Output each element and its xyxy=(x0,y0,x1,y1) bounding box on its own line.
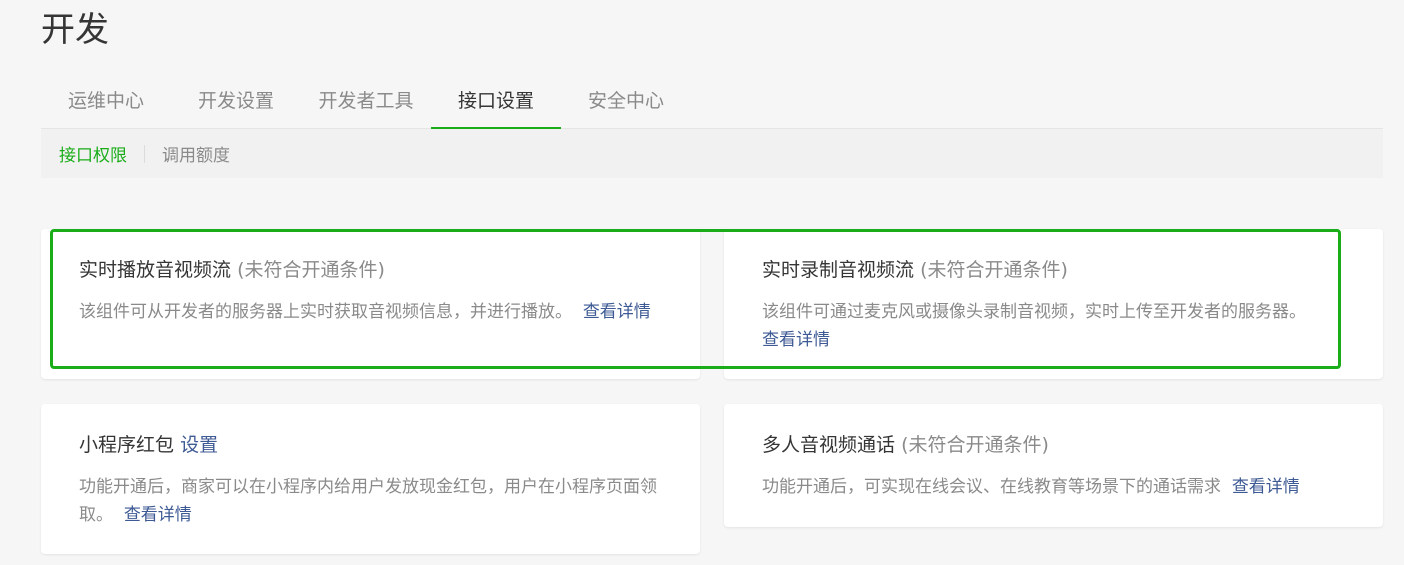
card-title: 实时播放音视频流 xyxy=(79,259,232,281)
card-description-block: 功能开通后，商家可以在小程序内给用户发放现金红包，用户在小程序页面领取。 查看详… xyxy=(79,473,670,529)
card-description: 该组件可通过麦克风或摄像头录制音视频，实时上传至开发者的服务器。 xyxy=(762,302,1306,322)
subnav-api-permissions[interactable]: 接口权限 xyxy=(59,141,127,166)
view-details-link[interactable]: 查看详情 xyxy=(583,302,651,322)
subnav-call-quota[interactable]: 调用额度 xyxy=(162,141,230,166)
api-card-live-play: 实时播放音视频流 (未符合开通条件) 该组件可从开发者的服务器上实时获取音视频信… xyxy=(41,229,700,379)
view-details-link[interactable]: 查看详情 xyxy=(124,505,192,525)
card-description-block: 功能开通后，可实现在线会议、在线教育等场景下的通话需求 查看详情 xyxy=(762,473,1363,501)
tab-api-settings[interactable]: 接口设置 xyxy=(431,78,561,130)
subnav-divider xyxy=(144,144,145,163)
api-card-red-packet: 小程序红包 设置 功能开通后，商家可以在小程序内给用户发放现金红包，用户在小程序… xyxy=(41,404,700,554)
tab-dev-settings[interactable]: 开发设置 xyxy=(171,78,301,129)
tab-dev-tools[interactable]: 开发者工具 xyxy=(301,78,431,129)
card-status: (未符合开通条件) xyxy=(901,434,1049,456)
card-description: 功能开通后，可实现在线会议、在线教育等场景下的通话需求 xyxy=(762,477,1221,497)
tab-security-center[interactable]: 安全中心 xyxy=(561,78,691,129)
card-title-row: 多人音视频通话 (未符合开通条件) xyxy=(762,432,1363,458)
card-title: 实时录制音视频流 xyxy=(762,259,915,281)
card-description-block: 该组件可通过麦克风或摄像头录制音视频，实时上传至开发者的服务器。 查看详情 xyxy=(762,298,1363,354)
tab-ops-center[interactable]: 运维中心 xyxy=(41,78,171,129)
view-details-link[interactable]: 查看详情 xyxy=(762,330,830,350)
tab-bar: 运维中心 开发设置 开发者工具 接口设置 安全中心 xyxy=(41,78,1383,130)
card-title-row: 小程序红包 设置 xyxy=(79,432,670,458)
view-details-link[interactable]: 查看详情 xyxy=(1232,477,1300,497)
card-title: 多人音视频通话 xyxy=(762,434,896,456)
page-title: 开发 xyxy=(41,10,109,50)
card-description-block: 该组件可从开发者的服务器上实时获取音视频信息，并进行播放。 查看详情 xyxy=(79,298,670,326)
sub-navigation: 接口权限 调用额度 xyxy=(41,129,1383,178)
card-status: (未符合开通条件) xyxy=(237,259,385,281)
card-status: (未符合开通条件) xyxy=(920,259,1068,281)
api-card-multi-call: 多人音视频通话 (未符合开通条件) 功能开通后，可实现在线会议、在线教育等场景下… xyxy=(724,404,1383,527)
settings-link[interactable]: 设置 xyxy=(180,434,218,456)
card-title: 小程序红包 xyxy=(79,434,175,456)
card-description: 该组件可从开发者的服务器上实时获取音视频信息，并进行播放。 xyxy=(79,302,572,322)
card-title-row: 实时录制音视频流 (未符合开通条件) xyxy=(762,257,1363,283)
card-title-row: 实时播放音视频流 (未符合开通条件) xyxy=(79,257,670,283)
api-card-live-record: 实时录制音视频流 (未符合开通条件) 该组件可通过麦克风或摄像头录制音视频，实时… xyxy=(724,229,1383,379)
